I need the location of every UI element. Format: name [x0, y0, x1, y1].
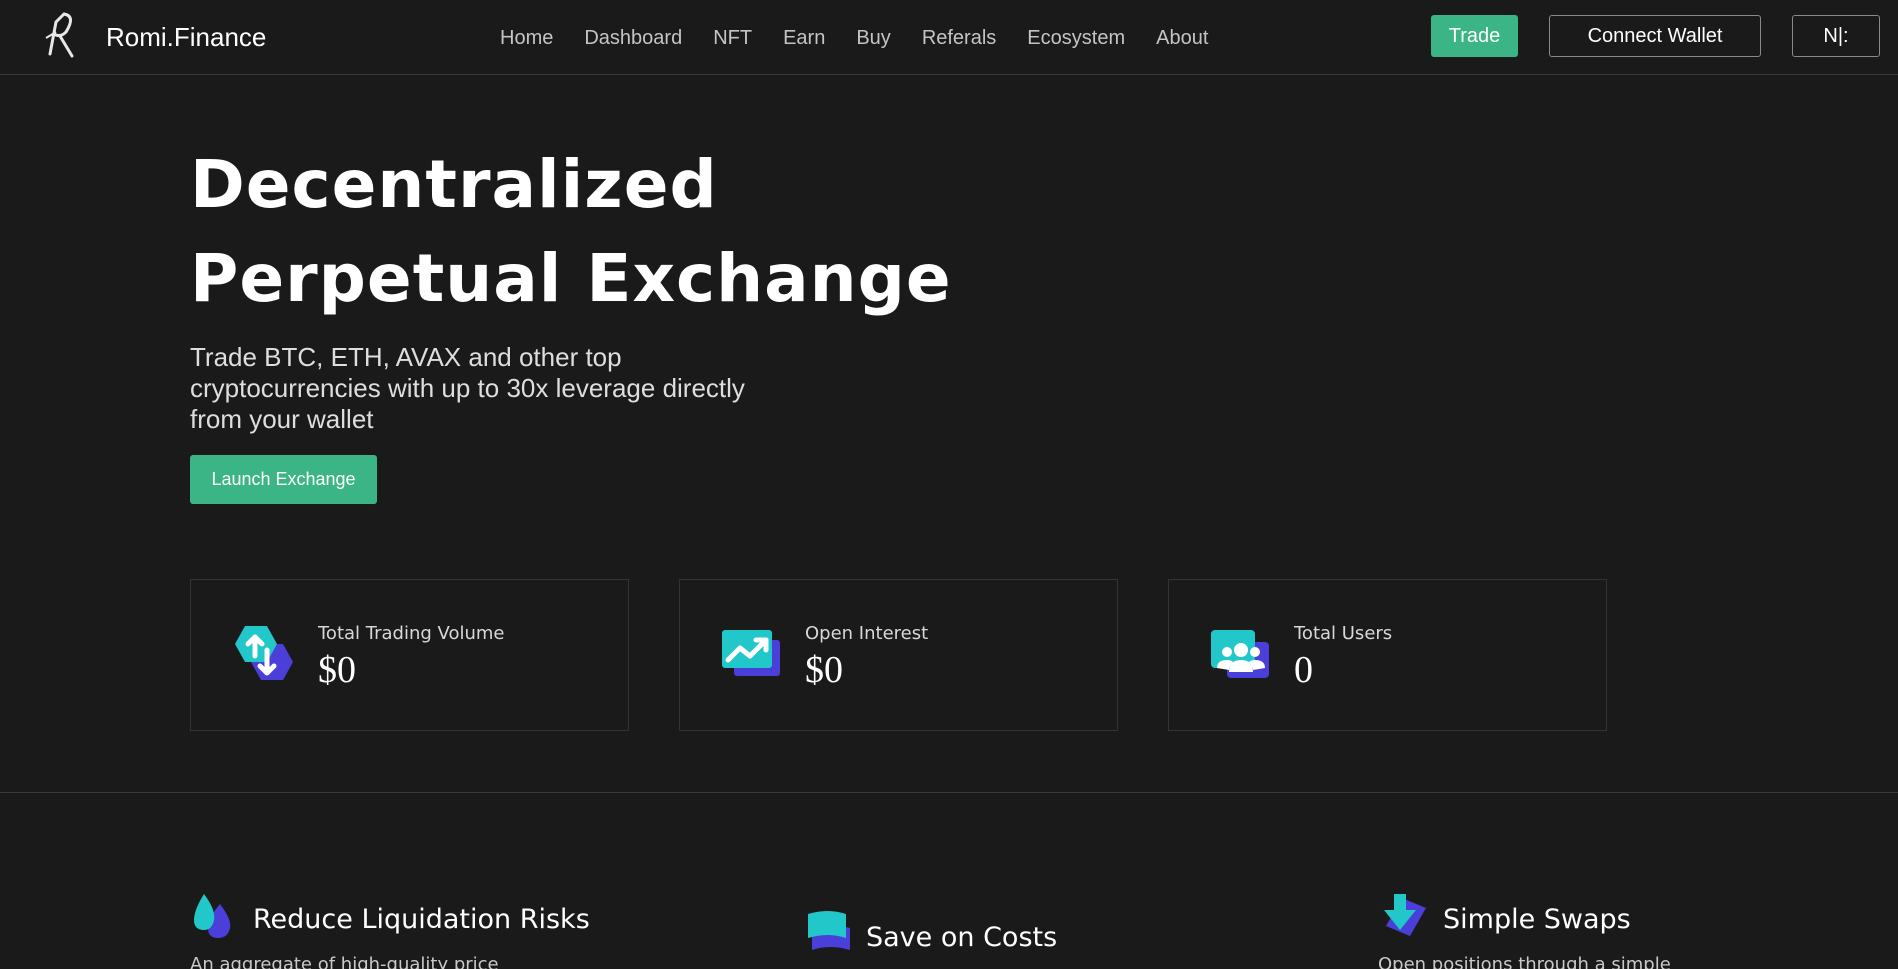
romi-logo-icon[interactable] [42, 10, 82, 60]
stat-card-open-interest: Open Interest $0 [679, 579, 1118, 731]
nav-ecosystem[interactable]: Ecosystem [1027, 27, 1125, 50]
feature-title: Save on Costs [866, 922, 1058, 953]
top-navbar: Romi.Finance Home Dashboard NFT Earn Buy… [0, 0, 1898, 75]
trade-button[interactable]: Trade [1431, 15, 1518, 57]
stat-label: Total Users [1294, 623, 1393, 644]
stat-card-total-users: Total Users 0 [1168, 579, 1607, 731]
hero-title-line-2: Perpetual Exchange [190, 240, 952, 317]
brand-name[interactable]: Romi.Finance [106, 22, 266, 53]
nav-home[interactable]: Home [500, 27, 553, 50]
connect-wallet-button[interactable]: Connect Wallet [1549, 15, 1761, 57]
trading-volume-icon [235, 626, 293, 680]
nav-nft[interactable]: NFT [713, 27, 752, 50]
feature-title: Simple Swaps [1443, 904, 1631, 935]
language-selector-button[interactable]: N|: [1792, 15, 1880, 57]
users-icon [1211, 630, 1269, 678]
main-nav: Home Dashboard NFT Earn Buy Referals Eco… [500, 27, 1208, 50]
hero-subtitle: Trade BTC, ETH, AVAX and other top crypt… [190, 342, 745, 434]
layers-icon [808, 911, 850, 950]
nav-dashboard[interactable]: Dashboard [584, 27, 682, 50]
hero-title: Decentralized Perpetual Exchange [190, 138, 952, 326]
section-divider [0, 792, 1898, 793]
stat-value: $0 [805, 649, 843, 691]
launch-exchange-button[interactable]: Launch Exchange [190, 455, 377, 504]
nav-earn[interactable]: Earn [783, 27, 825, 50]
nav-about[interactable]: About [1156, 27, 1208, 50]
feature-description: Open positions through a simple [1378, 954, 1671, 969]
stat-value: 0 [1294, 649, 1313, 691]
stat-value: $0 [318, 649, 356, 691]
stat-label: Open Interest [805, 623, 929, 644]
hero-title-line-1: Decentralized [190, 146, 718, 223]
nav-referals[interactable]: Referals [922, 27, 996, 50]
feature-description: An aggregate of high-quality price [190, 954, 499, 969]
swap-arrow-icon [1384, 894, 1426, 936]
nav-buy[interactable]: Buy [856, 27, 890, 50]
droplets-icon [194, 894, 231, 938]
stat-card-trading-volume: Total Trading Volume $0 [190, 579, 629, 731]
open-interest-icon [722, 630, 780, 676]
stat-label: Total Trading Volume [318, 623, 505, 644]
feature-title: Reduce Liquidation Risks [253, 904, 590, 935]
